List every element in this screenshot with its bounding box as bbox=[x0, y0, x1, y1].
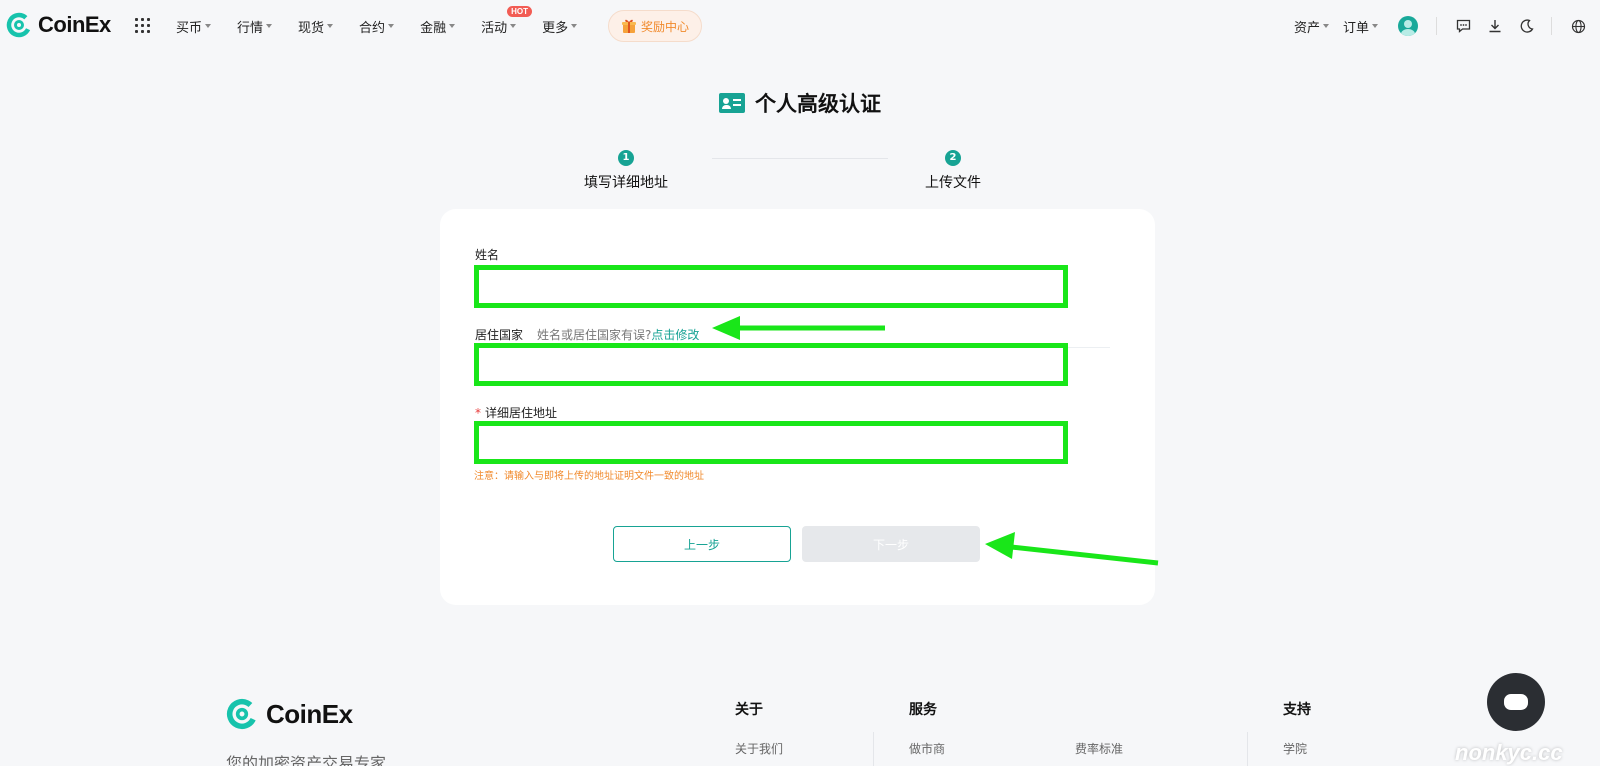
menu-item-spot[interactable]: 现货 bbox=[298, 17, 334, 36]
download-icon[interactable] bbox=[1487, 18, 1503, 34]
step-connector bbox=[712, 158, 888, 159]
chevron-down-icon bbox=[1322, 24, 1329, 28]
footer-heading-about: 关于 bbox=[735, 702, 763, 718]
chevron-down-icon bbox=[1372, 24, 1378, 28]
chevron-down-icon bbox=[449, 24, 456, 28]
chat-support-button[interactable] bbox=[1487, 673, 1545, 731]
gift-icon bbox=[622, 19, 636, 33]
hot-badge: HOT bbox=[507, 5, 532, 17]
footer-link-fee-schedule[interactable]: 费率标准 bbox=[1075, 740, 1123, 757]
footer-brand-logo[interactable]: CoinEx bbox=[226, 698, 353, 730]
annotation-arrow-edit-link bbox=[712, 316, 885, 340]
coinex-logo-icon bbox=[6, 12, 32, 38]
detailed-address-field[interactable] bbox=[474, 421, 1068, 464]
top-nav: CoinEx 买币 行情 现货 合约 金融 活动 HOT 更多 奖励中心 资产 订… bbox=[0, 0, 1600, 52]
menu-item-futures[interactable]: 合约 bbox=[359, 17, 395, 36]
main-menu: 买币 行情 现货 合约 金融 活动 HOT 更多 bbox=[176, 0, 603, 52]
menu-item-markets[interactable]: 行情 bbox=[237, 17, 273, 36]
footer-slogan: 您的加密资产交易专家 bbox=[226, 754, 387, 766]
nav-divider bbox=[1551, 17, 1552, 35]
page-title: 个人高级认证 bbox=[755, 92, 881, 116]
chat-bubble-icon bbox=[1504, 694, 1528, 710]
nav-divider bbox=[1436, 17, 1437, 35]
country-label: 居住国家 bbox=[475, 328, 524, 342]
footer-heading-support: 支持 bbox=[1283, 702, 1311, 718]
previous-step-button[interactable]: 上一步 bbox=[613, 526, 791, 562]
brand-name: CoinEx bbox=[38, 12, 111, 37]
progress-steps: 1 填写详细地址 2 上传文件 bbox=[0, 150, 1600, 195]
reward-center-label: 奖励中心 bbox=[641, 19, 690, 34]
menu-item-finance[interactable]: 金融 bbox=[420, 17, 456, 36]
name-label: 姓名 bbox=[475, 248, 500, 262]
menu-item-more[interactable]: 更多 bbox=[542, 17, 578, 36]
brand-logo[interactable]: CoinEx bbox=[6, 12, 111, 38]
step-number: 2 bbox=[945, 150, 961, 166]
avatar[interactable] bbox=[1398, 16, 1418, 36]
address-note: 注意：请输入与即将上传的地址证明文件一致的地址 bbox=[474, 471, 704, 482]
menu-item-activities[interactable]: 活动 HOT bbox=[481, 5, 532, 36]
country-row: 居住国家 姓名或居住国家有误?点击修改 bbox=[475, 326, 699, 343]
dark-mode-moon-icon[interactable] bbox=[1519, 18, 1535, 34]
watermark: nonkyc.cc bbox=[1455, 740, 1563, 765]
footer-link-market-maker[interactable]: 做市商 bbox=[909, 740, 945, 757]
chevron-down-icon bbox=[205, 24, 212, 28]
step-2: 2 上传文件 bbox=[893, 150, 1013, 192]
step-1: 1 填写详细地址 bbox=[566, 150, 686, 192]
footer-link-academy[interactable]: 学院 bbox=[1283, 740, 1307, 757]
footer-heading-service: 服务 bbox=[909, 702, 937, 718]
edit-info-link[interactable]: 点击修改 bbox=[651, 328, 699, 342]
required-mark: * bbox=[475, 406, 481, 420]
step-label: 填写详细地址 bbox=[584, 175, 668, 191]
chevron-down-icon bbox=[266, 24, 273, 28]
orders-menu[interactable]: 订单 bbox=[1343, 17, 1378, 36]
address-label: 详细居住地址 bbox=[485, 406, 558, 420]
chevron-down-icon bbox=[571, 24, 578, 28]
address-label-row: * 详细居住地址 bbox=[475, 404, 557, 421]
footer-divider bbox=[1247, 732, 1248, 766]
reward-center-button[interactable]: 奖励中心 bbox=[608, 10, 703, 42]
message-icon[interactable] bbox=[1455, 18, 1471, 34]
next-step-button[interactable]: 下一步 bbox=[802, 526, 980, 562]
menu-item-buy-crypto[interactable]: 买币 bbox=[176, 17, 212, 36]
apps-grid-icon[interactable] bbox=[135, 18, 150, 33]
footer-brand-name: CoinEx bbox=[266, 698, 353, 729]
chevron-down-icon bbox=[510, 24, 517, 28]
name-field[interactable] bbox=[474, 265, 1068, 308]
country-hint: 姓名或居住国家有误? bbox=[537, 328, 652, 342]
step-number: 1 bbox=[618, 150, 634, 166]
coinex-logo-icon bbox=[226, 698, 258, 730]
id-card-icon bbox=[719, 93, 745, 113]
globe-language-icon[interactable] bbox=[1570, 18, 1586, 34]
footer-divider bbox=[873, 732, 874, 766]
step-label: 上传文件 bbox=[925, 175, 981, 191]
page-header: 个人高级认证 bbox=[0, 88, 1600, 118]
chevron-down-icon bbox=[388, 24, 395, 28]
annotation-arrow-next-button bbox=[985, 532, 1159, 566]
right-nav: 资产 订单 bbox=[1294, 0, 1600, 52]
assets-menu[interactable]: 资产 bbox=[1294, 17, 1329, 36]
country-field[interactable] bbox=[474, 343, 1068, 386]
footer-link-about-us[interactable]: 关于我们 bbox=[735, 740, 783, 757]
chevron-down-icon bbox=[327, 24, 334, 28]
